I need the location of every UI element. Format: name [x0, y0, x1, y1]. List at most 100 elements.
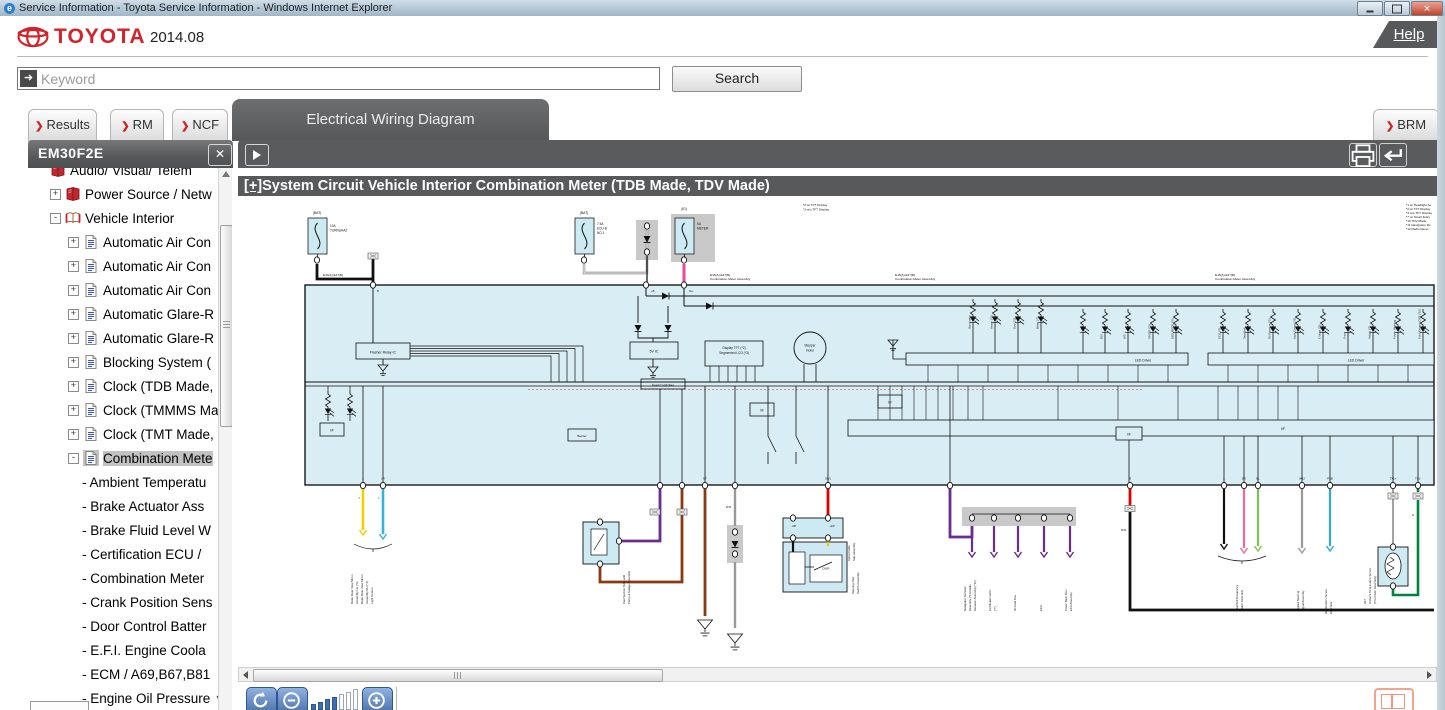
- zoom-level-bars[interactable]: [311, 687, 361, 710]
- refresh-view-button[interactable]: [246, 687, 277, 710]
- zoom-out-button[interactable]: [277, 687, 308, 710]
- tree-item-label: Combination Mete: [103, 451, 213, 466]
- diagram-shape: [354, 544, 392, 549]
- return-arrow-icon: [1380, 144, 1406, 167]
- tree-item[interactable]: - ECM / A69,B67,B81: [28, 662, 218, 686]
- tree-item[interactable]: +Clock (TMT Made,: [28, 422, 218, 446]
- close-panel-button[interactable]: ✕: [208, 144, 232, 166]
- tree-expander[interactable]: +: [68, 381, 79, 392]
- tree-expander[interactable]: +: [68, 405, 79, 416]
- tree-expander[interactable]: +: [68, 357, 79, 368]
- diagram-shape: [947, 482, 952, 488]
- doc-icon: [83, 402, 99, 418]
- tree-expander[interactable]: +: [68, 429, 79, 440]
- tree-item[interactable]: +Power Source / Netw: [28, 182, 218, 206]
- tab-ncf[interactable]: ❯NCF: [172, 109, 228, 142]
- print-button[interactable]: [1349, 143, 1377, 167]
- diagram-shape: [1041, 515, 1046, 521]
- hscrollbar-thumb[interactable]: [253, 669, 663, 682]
- tree-item[interactable]: + Clock (TDB Made,: [28, 374, 218, 398]
- tree-item-label: - Engine Oil Pressure: [82, 691, 210, 706]
- tree-item[interactable]: - Certification ECU /: [28, 542, 218, 566]
- sidebar-scrollbar-thumb[interactable]: [220, 225, 232, 427]
- tree-item[interactable]: -Vehicle Interior: [28, 206, 218, 230]
- tree-item[interactable]: - Brake Actuator Ass: [28, 494, 218, 518]
- diagram-canvas[interactable]: IlluminationHeater (*5)Door (*2)Meter (*…: [238, 196, 1437, 667]
- zoom-level-bar[interactable]: [325, 699, 330, 710]
- tree-item-label: - Brake Actuator Ass: [82, 499, 204, 514]
- tree-item[interactable]: - Combination Meter: [28, 566, 218, 590]
- minimize-button[interactable]: [1357, 1, 1383, 16]
- diagram-hscrollbar[interactable]: [238, 667, 1437, 682]
- expand-panel-button[interactable]: [245, 144, 269, 166]
- return-button[interactable]: [1379, 143, 1407, 167]
- maximize-icon: [1392, 4, 1402, 13]
- tree-expander[interactable]: +: [68, 285, 79, 296]
- tree-item[interactable]: +Automatic Air Con: [28, 278, 218, 302]
- tree-item[interactable]: Audio/ Visual/ Telem: [28, 168, 218, 182]
- maximize-button[interactable]: [1384, 1, 1410, 16]
- scroll-up-icon[interactable]: [222, 171, 230, 177]
- tree-item[interactable]: +Automatic Air Con: [28, 254, 218, 278]
- tree-expander[interactable]: -: [68, 453, 79, 464]
- diagram-shape: Assembly (*11) Radio: [968, 584, 972, 611]
- sidebar-scrollbar[interactable]: [218, 168, 232, 710]
- tree-expander[interactable]: -: [50, 213, 61, 224]
- zoom-level-bar[interactable]: [311, 704, 316, 710]
- diagram-canvas-wrap: IlluminationHeater (*5)Door (*2)Meter (*…: [238, 196, 1437, 667]
- tree-item[interactable]: +Blocking System (: [28, 350, 218, 374]
- tab-label: BRM: [1397, 117, 1426, 132]
- diagram-shape: *12 Radio Recei: [1406, 227, 1429, 231]
- tree-item[interactable]: - Brake Fluid Level W: [28, 518, 218, 542]
- tree-item-label: - Door Control Batter: [82, 619, 207, 634]
- diagram-shape: [969, 552, 976, 557]
- diagram-shape: Sub-assembly: [852, 542, 856, 561]
- zoom-level-bar[interactable]: [346, 692, 351, 710]
- zoom-level-bar[interactable]: [353, 689, 358, 710]
- tree-item[interactable]: +Automatic Glare-R: [28, 326, 218, 350]
- diagram-shape: Pump & Gauge Assembly: [627, 571, 631, 604]
- search-input[interactable]: [37, 71, 659, 87]
- tree-expander[interactable]: +: [68, 237, 79, 248]
- tree-item[interactable]: - E.F.I. Engine Coola: [28, 638, 218, 662]
- tab-brm[interactable]: ❯BRM: [1373, 109, 1439, 142]
- close-button[interactable]: ✕: [1411, 1, 1443, 16]
- help-button[interactable]: Help: [1373, 21, 1445, 48]
- tree-item[interactable]: - Crank Position Sens: [28, 590, 218, 614]
- tab-rm[interactable]: ❯RM: [110, 109, 164, 142]
- diagram-shape: LED Driver: [1348, 359, 1365, 363]
- diagram-shape: Combination Meter Assembly: [710, 277, 751, 281]
- tab-electrical-wiring-diagram[interactable]: Electrical Wiring Diagram: [232, 99, 549, 141]
- tree-item[interactable]: +Automatic Glare-R: [28, 302, 218, 326]
- zoom-level-bar[interactable]: [318, 702, 323, 710]
- zoom-out-icon: [281, 690, 302, 710]
- zoom-in-button[interactable]: [362, 687, 393, 710]
- tab-results[interactable]: ❯Results: [28, 109, 97, 142]
- doc-icon: [83, 378, 99, 394]
- diagram-shape: [1390, 544, 1395, 550]
- tree-expander[interactable]: +: [68, 261, 79, 272]
- diagram-shape: DISP: [822, 567, 829, 571]
- scroll-left-icon[interactable]: [243, 671, 248, 679]
- zoom-level-bar[interactable]: [332, 697, 337, 710]
- tree-expander[interactable]: +: [50, 189, 61, 200]
- search-button[interactable]: Search: [672, 66, 802, 92]
- tree-item[interactable]: - Combination Mete: [28, 446, 218, 470]
- tree-expander[interactable]: +: [68, 333, 79, 344]
- diagram-expand-toggle[interactable]: [+]: [244, 178, 262, 194]
- diagram-shape: Navigation Receiver: [963, 586, 967, 611]
- diagram-shape: Power Back Door: [1064, 589, 1068, 611]
- scroll-right-icon[interactable]: [1427, 671, 1432, 679]
- manual-viewer-button[interactable]: [1374, 688, 1414, 710]
- tree-item[interactable]: +Clock (TMMMS Ma: [28, 398, 218, 422]
- zoom-level-bar[interactable]: [339, 694, 344, 710]
- diagram-shape: Heater (*5): [990, 315, 994, 329]
- tree-expander[interactable]: +: [68, 309, 79, 320]
- zoom-in-icon: [366, 690, 387, 710]
- tree-item-label: Audio/ Visual/ Telem: [70, 168, 192, 178]
- tree-item-label: Clock (TDB Made,: [103, 379, 213, 394]
- tree-item[interactable]: +Automatic Air Con: [28, 230, 218, 254]
- diagram-shape: SPORT (*5): [1148, 324, 1152, 339]
- tree-item[interactable]: - Door Control Batter: [28, 614, 218, 638]
- tree-item[interactable]: - Ambient Temperatu: [28, 470, 218, 494]
